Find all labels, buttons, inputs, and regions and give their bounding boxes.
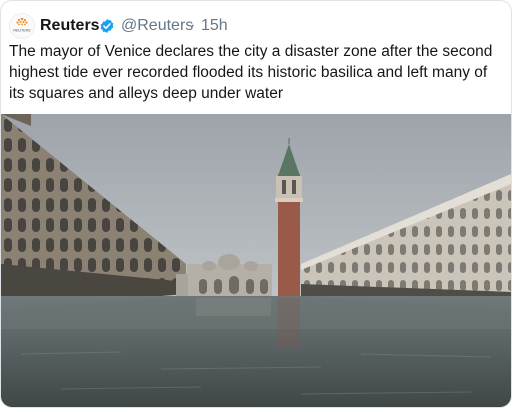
avatar-wordmark: REUTERS	[13, 29, 31, 33]
tweet-timestamp[interactable]: 15h	[201, 16, 228, 36]
tweet-media-image[interactable]	[1, 114, 511, 407]
tweet-card[interactable]: REUTERS Reuters @Reuters · 15h The mayor…	[0, 0, 512, 408]
separator-dot: ·	[190, 17, 196, 34]
tweet-text-line: highest tide ever recorded flooded its h…	[9, 64, 488, 81]
author-handle[interactable]: @Reuters	[121, 16, 193, 36]
reuters-logo-icon: REUTERS	[13, 17, 31, 33]
avatar[interactable]: REUTERS	[9, 13, 35, 39]
verified-badge-icon	[100, 19, 114, 33]
author-name[interactable]: Reuters	[40, 16, 100, 36]
tweet-text-line: The mayor of Venice declares the city a …	[9, 43, 493, 60]
tweet-text: The mayor of Venice declares the city a …	[9, 41, 504, 104]
tweet-header: REUTERS Reuters @Reuters · 15h	[9, 13, 504, 41]
tweet-text-line: its squares and alleys deep under water	[9, 85, 283, 102]
flooded-piazza-photo	[1, 114, 511, 407]
